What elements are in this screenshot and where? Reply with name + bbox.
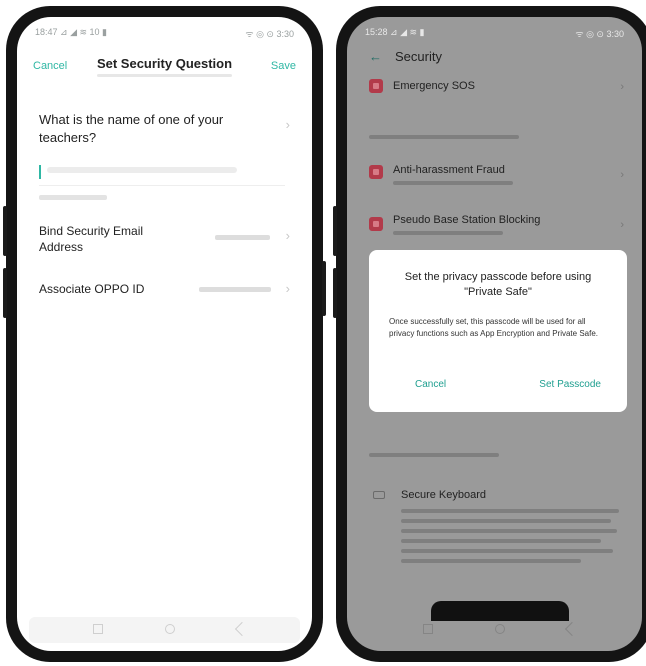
- anti-harassment-label[interactable]: Anti-harassment Fraud: [393, 164, 505, 176]
- phone-left: 18:47 ⊿ ◢ ≋ 10 ▮ ᯤ ◎ ⊙ 3:30 Cancel Set S…: [3, 6, 326, 662]
- back-icon[interactable]: [234, 621, 250, 637]
- power-button: [322, 261, 326, 316]
- section-header: [39, 195, 107, 200]
- volume-button-2: [333, 268, 337, 318]
- sos-icon: [369, 79, 383, 93]
- bind-email-label[interactable]: Bind Security Email Address: [39, 223, 159, 255]
- shield-icon: [369, 165, 383, 179]
- subtitle-placeholder: [97, 74, 232, 77]
- description-line: [401, 559, 581, 563]
- recents-icon[interactable]: [423, 624, 433, 634]
- header: Cancel Set Security Question Save: [17, 47, 312, 87]
- home-icon[interactable]: [165, 624, 175, 634]
- set-passcode-button[interactable]: Set Passcode: [539, 379, 601, 390]
- description-line: [401, 519, 611, 523]
- section-header: [369, 453, 499, 457]
- status-bar: 18:47 ⊿ ◢ ≋ 10 ▮ ᯤ ◎ ⊙ 3:30: [35, 25, 294, 39]
- status-bar: 15:28 ⊿ ◢ ≋ ▮ ᯤ ◎ ⊙ 3:30: [365, 25, 624, 39]
- screen-security: 15:28 ⊿ ◢ ≋ ▮ ᯤ ◎ ⊙ 3:30 ← Security Emer…: [347, 17, 642, 651]
- nav-bar: [29, 617, 300, 643]
- page-title: Set Security Question: [96, 56, 233, 71]
- base-station-icon: [369, 217, 383, 231]
- dialog-cancel-button[interactable]: Cancel: [415, 379, 446, 390]
- answer-placeholder: [47, 167, 237, 173]
- description-line: [401, 549, 613, 553]
- back-icon[interactable]: [564, 621, 580, 637]
- volume-button: [3, 206, 7, 256]
- save-button[interactable]: Save: [271, 60, 296, 72]
- back-arrow-icon[interactable]: ←: [369, 49, 382, 64]
- security-question[interactable]: What is the name of one of your teachers…: [39, 111, 254, 147]
- section-header: [369, 135, 519, 139]
- dialog-body: Once successfully set, this passcode wil…: [389, 317, 599, 338]
- description-line: [401, 509, 619, 513]
- text-cursor: [39, 165, 41, 179]
- associate-oppo-id-status: [199, 287, 271, 292]
- volume-button: [333, 206, 337, 256]
- description-line: [401, 529, 617, 533]
- chevron-right-icon: ›: [285, 281, 290, 296]
- page-title: Security: [395, 49, 442, 64]
- bind-email-status: [215, 235, 270, 240]
- chevron-right-icon: ›: [285, 228, 290, 243]
- nav-bar: [359, 617, 630, 643]
- passcode-dialog: Set the privacy passcode before using "P…: [369, 250, 627, 412]
- chevron-right-icon: ›: [620, 81, 624, 93]
- recents-icon[interactable]: [93, 624, 103, 634]
- chevron-right-icon: ›: [285, 117, 290, 132]
- chevron-right-icon: ›: [620, 219, 624, 231]
- answer-input[interactable]: [39, 163, 285, 186]
- status-left: 15:28 ⊿ ◢ ≋ ▮: [365, 27, 425, 37]
- home-icon[interactable]: [495, 624, 505, 634]
- screen-set-security-question: 18:47 ⊿ ◢ ≋ 10 ▮ ᯤ ◎ ⊙ 3:30 Cancel Set S…: [17, 17, 312, 651]
- chevron-right-icon: ›: [620, 169, 624, 181]
- dialog-title: Set the privacy passcode before using "P…: [404, 271, 592, 298]
- keyboard-icon: [373, 491, 385, 499]
- status-right: ᯤ ◎ ⊙ 3:30: [245, 29, 294, 39]
- secure-keyboard-label[interactable]: Secure Keyboard: [401, 489, 486, 501]
- description-line: [401, 539, 601, 543]
- associate-oppo-id-label[interactable]: Associate OPPO ID: [39, 281, 179, 297]
- emergency-sos-label[interactable]: Emergency SOS: [393, 80, 475, 92]
- phone-right: 15:28 ⊿ ◢ ≋ ▮ ᯤ ◎ ⊙ 3:30 ← Security Emer…: [333, 6, 646, 662]
- status-left: 18:47 ⊿ ◢ ≋ 10 ▮: [35, 27, 107, 37]
- pseudo-base-station-label[interactable]: Pseudo Base Station Blocking: [393, 214, 540, 226]
- volume-button-2: [3, 268, 7, 318]
- status-right: ᯤ ◎ ⊙ 3:30: [575, 29, 624, 39]
- item-subtitle: [393, 231, 503, 235]
- item-subtitle: [393, 181, 513, 185]
- header: ← Security: [347, 43, 642, 73]
